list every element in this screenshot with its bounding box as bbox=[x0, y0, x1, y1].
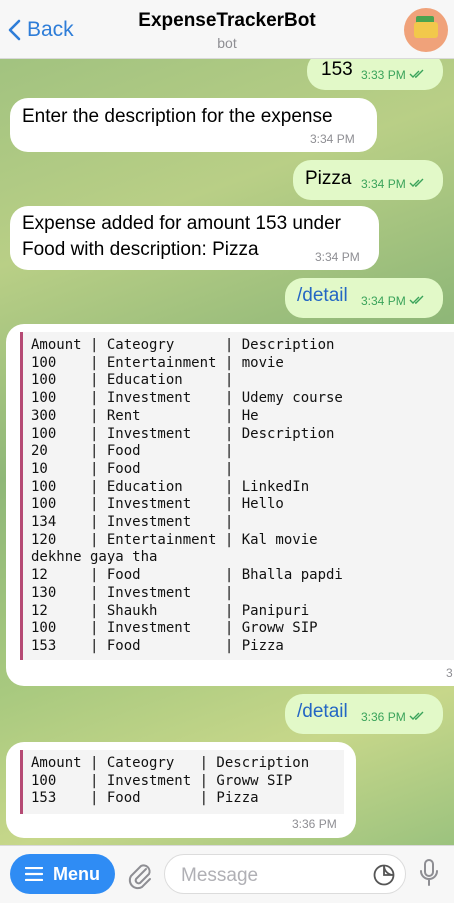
message-incoming[interactable]: Enter the description for the expense 3:… bbox=[10, 98, 377, 152]
wallet-icon bbox=[414, 22, 438, 38]
bot-avatar[interactable] bbox=[404, 8, 448, 52]
message-text: Pizza bbox=[305, 168, 352, 189]
attach-button[interactable] bbox=[126, 860, 154, 895]
chat-header: Back ExpenseTrackerBot bot bbox=[0, 0, 454, 59]
message-outgoing[interactable]: /detail 3:34 PM bbox=[285, 278, 443, 318]
paperclip-icon bbox=[128, 864, 151, 890]
message-incoming[interactable]: Amount | Cateogry | Description 100 | En… bbox=[6, 324, 454, 686]
message-input[interactable]: Message bbox=[164, 854, 406, 894]
message-time: 3:34 PM bbox=[310, 132, 355, 146]
code-block: Amount | Cateogry | Description 100 | En… bbox=[20, 332, 454, 660]
message-text-line2: Food with description: Pizza bbox=[22, 239, 259, 260]
sticker-icon bbox=[373, 864, 395, 886]
chat-subtitle: bot bbox=[217, 35, 237, 51]
read-checks-icon bbox=[409, 178, 424, 187]
message-outgoing[interactable]: Pizza 3:34 PM bbox=[293, 160, 443, 200]
message-incoming[interactable]: Expense added for amount 153 under Food … bbox=[10, 206, 379, 270]
code-block: Amount | Cateogry | Description 100 | In… bbox=[20, 750, 344, 814]
message-time: 3:34 PM bbox=[361, 294, 425, 308]
message-text: 153 bbox=[321, 59, 353, 80]
microphone-icon bbox=[420, 859, 438, 886]
message-time: 3:34 PM bbox=[361, 177, 425, 191]
message-incoming[interactable]: Amount | Cateogry | Description 100 | In… bbox=[6, 742, 356, 838]
hamburger-icon bbox=[25, 867, 43, 881]
command-link[interactable]: /detail bbox=[297, 283, 348, 309]
composer-bar: Menu Message bbox=[0, 845, 454, 903]
message-time: 3:36 PM bbox=[292, 817, 337, 831]
message-time: 3:36 PM bbox=[361, 710, 425, 724]
read-checks-icon bbox=[409, 69, 424, 78]
message-time: 3 bbox=[446, 666, 453, 680]
message-text-line1: Expense added for amount 153 under bbox=[22, 213, 342, 234]
read-checks-icon bbox=[409, 295, 424, 304]
message-time: 3:33 PM bbox=[361, 68, 425, 82]
menu-label: Menu bbox=[53, 863, 100, 884]
command-link[interactable]: /detail bbox=[297, 699, 348, 725]
read-checks-icon bbox=[409, 711, 424, 720]
microphone-button[interactable] bbox=[418, 858, 440, 893]
message-outgoing[interactable]: /detail 3:36 PM bbox=[285, 694, 443, 734]
message-time: 3:34 PM bbox=[315, 250, 360, 264]
message-placeholder: Message bbox=[181, 865, 259, 886]
sticker-button[interactable] bbox=[373, 864, 395, 891]
menu-button[interactable]: Menu bbox=[10, 854, 115, 894]
chat-title[interactable]: ExpenseTrackerBot bbox=[0, 10, 454, 32]
message-text: Enter the description for the expense bbox=[22, 106, 333, 127]
